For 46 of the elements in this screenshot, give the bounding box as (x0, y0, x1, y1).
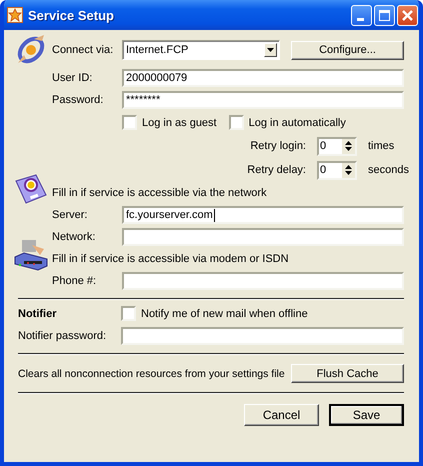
minimize-icon (356, 18, 364, 20)
unit-label: times (368, 140, 396, 152)
configure-button[interactable]: Configure... (291, 40, 404, 60)
password-field[interactable] (121, 327, 404, 345)
checkbox-label: Log in automatically (248, 116, 346, 128)
input-field[interactable]: fc.yourserver.com (122, 206, 404, 224)
section-hint: Fill in if service is accessible via modem or ISDN (52, 252, 290, 267)
app-icon (7, 7, 23, 23)
window-title: Service Setup (28, 8, 115, 22)
input-field[interactable]: 2000000079 (122, 69, 404, 87)
field-label: Password: (52, 94, 104, 106)
checkbox[interactable] (228, 115, 244, 130)
modem-icon (14, 239, 48, 271)
maximize-button[interactable] (374, 4, 395, 26)
computer-icon (14, 173, 48, 205)
maximize-icon (379, 10, 390, 20)
field-label: Retry delay: (247, 164, 306, 176)
dialog-button[interactable]: Cancel (244, 404, 319, 426)
field-label: Retry login: (250, 140, 306, 152)
close-button[interactable] (397, 4, 418, 26)
section-heading: Notifier (18, 308, 58, 320)
dialog-button[interactable]: Save (329, 404, 404, 426)
spinner-arrows-icon (342, 162, 355, 178)
section-hint: Fill in if service is accessible via the network (52, 186, 268, 201)
close-icon (402, 10, 413, 20)
spin-field[interactable]: 0 (317, 136, 357, 156)
checkbox-label: Notify me of new mail when offline (141, 308, 308, 320)
field-label: Connect via: (52, 44, 114, 56)
checkbox[interactable] (122, 115, 137, 130)
dropdown[interactable]: Internet.FCP (122, 40, 280, 60)
password-field[interactable]: ******** (122, 91, 404, 109)
field-label: Server: (52, 209, 88, 221)
checkbox-label: Log in as guest (142, 116, 217, 128)
field-label: Notifier password: (18, 330, 108, 342)
spin-field[interactable]: 0 (317, 160, 357, 180)
field-label: Network: (52, 231, 96, 243)
unit-label: seconds (368, 164, 410, 176)
input-field[interactable] (122, 272, 404, 290)
description-text: Clears all nonconnection resources from your settings file (18, 368, 285, 380)
field-label: Phone #: (52, 275, 98, 287)
checkbox[interactable] (121, 306, 136, 321)
input-field[interactable] (122, 228, 404, 246)
spinner-arrows-icon (342, 138, 355, 154)
flush-cache-button[interactable]: Flush Cache (291, 364, 404, 383)
field-label: User ID: (52, 72, 94, 84)
minimize-button[interactable] (351, 4, 372, 26)
